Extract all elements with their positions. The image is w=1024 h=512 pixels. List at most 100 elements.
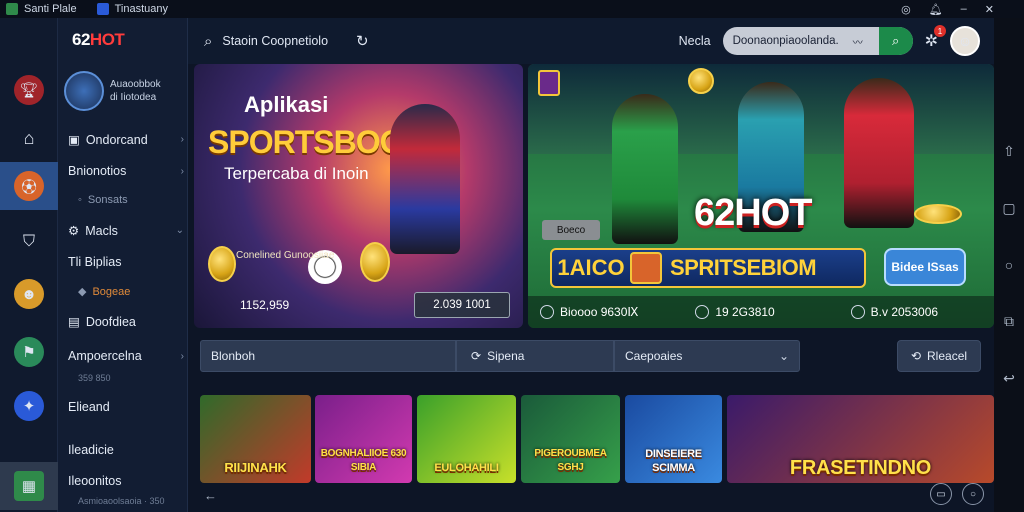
profile-card[interactable]: Auaoobbok di Iiotodea	[64, 68, 182, 114]
field-icon: ▦	[14, 471, 44, 501]
tile-label: RIIJINAHK	[224, 460, 287, 475]
reload-label: Rleacel	[927, 349, 968, 363]
stat-value: Bioooo 9630Ⅸ	[560, 305, 639, 319]
emblem-icon: ✦	[14, 391, 44, 421]
back-arrow-icon[interactable]: ⇧	[1003, 143, 1015, 160]
reload-button[interactable]: ⟲ Rleacel	[897, 340, 981, 372]
menu-item-3[interactable]: ⚙ Macls ⌄	[68, 223, 184, 239]
menu-item-4[interactable]: Tli Biplias	[68, 255, 184, 269]
game-tile[interactable]: BOGNHALIIOE 630 SIBIA	[315, 395, 412, 483]
banner-tag: Boeco	[542, 220, 600, 240]
status-app2: Tinastuany	[114, 3, 168, 15]
menu-label: Ileoonitos	[68, 474, 122, 488]
search-button[interactable]: ⌕	[878, 27, 913, 55]
settings-icon[interactable]: ✲ 1	[925, 25, 946, 51]
shield-icon: ⛉	[22, 233, 35, 250]
banner-62hot[interactable]: Boeco 62HOT 1AICO SPRITSEBIOM Bidee ISsa…	[528, 64, 994, 328]
rail-item-trophy[interactable]: 🏆︎	[0, 66, 58, 114]
player-figure	[844, 78, 914, 228]
menu-label: Bnionotios	[68, 164, 127, 178]
menu-item-8[interactable]: Elieand	[68, 400, 184, 414]
filter-label: Sipena	[487, 349, 525, 363]
coin-stack-icon	[914, 204, 962, 224]
game-tile[interactable]: EULOHAHILI	[417, 395, 516, 483]
menu-item-7[interactable]: Ampoercelna ›	[68, 349, 184, 363]
refresh-icon[interactable]: ↻	[356, 32, 369, 50]
game-tile[interactable]: DINSEIERE SCIMMA	[625, 395, 722, 483]
menu-item-10[interactable]: Ileoonitos	[68, 474, 184, 488]
user-avatar[interactable]: ☺	[950, 26, 980, 56]
square-icon[interactable]: ▢	[1002, 200, 1015, 217]
crest-icon: ⚑	[14, 337, 44, 367]
nav-label[interactable]: Necla	[679, 34, 711, 48]
dot-icon: ◦	[78, 194, 82, 206]
home-circle-icon[interactable]: ○	[1005, 257, 1013, 273]
back-icon[interactable]: ↩	[1003, 370, 1015, 387]
status-bar: Santi Plale Tinastuany ◎ 🔔︎ – ✕	[0, 0, 1024, 18]
menu-item-9[interactable]: Ileadicie	[68, 443, 184, 457]
card-icon: ▣	[68, 133, 80, 147]
back-arrow-icon[interactable]: ←	[204, 488, 217, 503]
filter-sort[interactable]: ⟳ Sipena	[456, 340, 614, 372]
rail-item-home[interactable]: ⌂	[0, 114, 58, 162]
menu-sidebar: 62HOT Auaoobbok di Iiotodea ▣ Ondorcand › …	[58, 18, 188, 512]
banner-stat: 1152,959	[240, 298, 290, 312]
chevron-down-icon: ⌄	[778, 349, 789, 363]
minimize-icon[interactable]: –	[961, 3, 967, 15]
menu-item-0[interactable]: ▣ Ondorcand ›	[68, 132, 184, 148]
target-icon[interactable]: ◎	[901, 3, 911, 16]
banner-subtitle: Terpercaba di Inoin	[224, 164, 369, 183]
system-nav: ⇧ ▢ ○ ⧉ ↩	[994, 18, 1024, 512]
filter-search-field[interactable]: Blonboh	[200, 340, 456, 372]
game-tile[interactable]: PIGEROUBMEA SGHJ	[521, 395, 620, 483]
banner-action-button[interactable]: Bidee ISsas	[884, 248, 966, 286]
brand-logo[interactable]: 62HOT	[72, 30, 125, 50]
menu-item-5[interactable]: ◆ Bogeae	[78, 285, 194, 299]
menu-item-6[interactable]: ▤ Doofdiea	[68, 314, 184, 330]
tile-label: BOGNHALIIOE 630 SIBIA	[320, 448, 407, 473]
player-figure	[612, 94, 678, 244]
filter-row: Blonboh ⟳ Sipena Caepoaies ⌄	[200, 340, 800, 372]
game-tile[interactable]: FRASETINDNO	[727, 395, 994, 483]
filter-category-select[interactable]: Caepoaies ⌄	[614, 340, 800, 372]
banner-title: Aplikasi	[244, 92, 329, 117]
layout-toggle-icon[interactable]: ▭	[930, 483, 952, 505]
rail-item-shield[interactable]: ⛉	[0, 218, 58, 266]
menu-item-2[interactable]: ◦ Sonsats	[78, 194, 194, 206]
strip-left: 1AICO	[557, 255, 625, 280]
filter-label: Caepoaies	[625, 349, 683, 363]
menu-label: Ampoercelna	[68, 349, 142, 363]
bell-icon[interactable]: 🔔︎	[929, 3, 943, 16]
menu-item-1[interactable]: Bnionotios ›	[68, 164, 184, 178]
rail-item-live[interactable]: ☻	[0, 270, 58, 318]
app-icon	[6, 3, 18, 15]
tile-label: DINSEIERE SCIMMA	[645, 448, 702, 474]
rail-item-emblem[interactable]: ✦	[0, 382, 58, 430]
player-figure	[390, 104, 460, 254]
tile-label: PIGEROUBMEA SGHJ	[534, 448, 607, 473]
rail-item-badge[interactable]: ⚑	[0, 328, 58, 376]
close-icon[interactable]: ✕	[985, 3, 994, 16]
banner-sportsbook[interactable]: Aplikasi SPORTSBOOK Terpercaba di Inoin …	[194, 64, 523, 328]
circle-button-icon[interactable]: ○	[962, 483, 984, 505]
rail-item-field[interactable]: ▦	[0, 462, 58, 510]
stat-icon	[850, 305, 865, 319]
menu-label: Elieand	[68, 400, 110, 414]
menu-label: Tli Biplias	[68, 255, 122, 269]
app-window: Santi Plale Tinastuany ◎ 🔔︎ – ✕ ⇧ ▢ ○ ⧉ …	[0, 0, 1024, 512]
menu-meta1: 359 850	[78, 373, 111, 383]
chevron-right-icon: ›	[180, 350, 184, 362]
rotate-icon[interactable]: ⧉	[1004, 313, 1014, 330]
banner-stat-box[interactable]: 2.039 1001	[414, 292, 510, 318]
rail-item-sports[interactable]: ⚽︎	[0, 162, 58, 210]
menu-label: Bogeae	[92, 285, 131, 298]
search-pill[interactable]: Doonaonpiaoolanda. 〰 ⌕	[722, 27, 913, 55]
icon-rail: 🏆︎ ⌂ ⚽︎ ⛉ ☻ ⚑ ✦ ▦	[0, 18, 58, 512]
game-tile[interactable]: RIIJINAHK	[200, 395, 311, 483]
search-trigger[interactable]: ⌕ Staoin Coopnetiolo	[188, 33, 328, 50]
menu-label: Ileadicie	[68, 443, 114, 457]
menu-label: Macls	[85, 223, 118, 238]
coin-icon	[360, 242, 390, 282]
home-icon: ⌂	[23, 127, 35, 148]
banner-strip: 1AICO SPRITSEBIOM	[550, 248, 866, 288]
